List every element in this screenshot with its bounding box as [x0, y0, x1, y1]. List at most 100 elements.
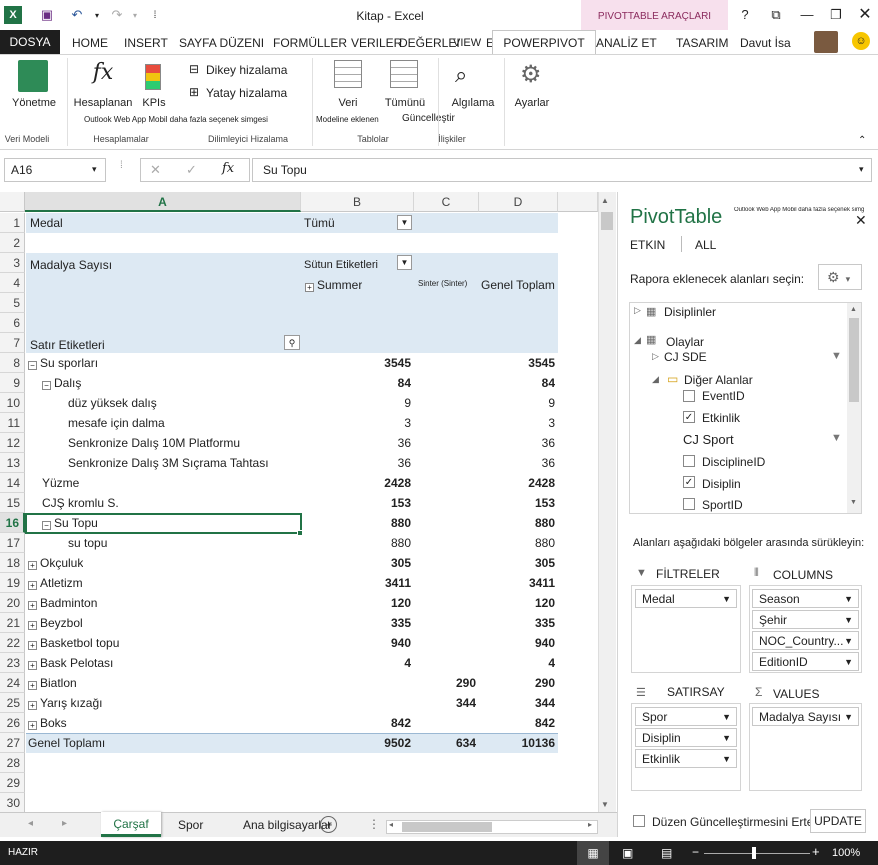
tab-review[interactable]: DEĞERLEI: [399, 30, 460, 54]
pane-tab-active[interactable]: ETKIN: [630, 238, 665, 252]
tab-powerpivot[interactable]: POWERPIVOT işlevi: [492, 30, 596, 74]
pivot-value-d[interactable]: 4: [479, 653, 558, 673]
field-sde[interactable]: CJ SDE: [664, 350, 707, 364]
field-disiplinler[interactable]: Disiplinler: [664, 305, 716, 319]
pivot-row-label[interactable]: − Dalış: [42, 373, 81, 393]
formula-input[interactable]: Su Topu: [252, 158, 872, 182]
pivot-value-c[interactable]: [414, 593, 479, 613]
row-header[interactable]: 4: [0, 273, 25, 293]
pivot-value-c[interactable]: [414, 553, 479, 573]
expand-summer-icon[interactable]: +: [305, 283, 314, 292]
redo-icon[interactable]: ↷: [108, 6, 126, 24]
row-header[interactable]: 3: [0, 253, 25, 273]
pivot-row-label[interactable]: Senkronize Dalış 10M Platformu: [68, 433, 240, 453]
row-header[interactable]: 15: [0, 493, 25, 513]
row-header[interactable]: 8: [0, 353, 25, 373]
pivot-value-b[interactable]: 9502: [301, 733, 414, 753]
pivot-value-b[interactable]: 9: [301, 393, 414, 413]
refresh-all-icon[interactable]: [390, 60, 418, 88]
column-header-b[interactable]: B: [301, 192, 414, 212]
settings-button[interactable]: Ayarlar: [510, 97, 554, 109]
area-field-chip[interactable]: Disiplin ▼: [635, 728, 737, 747]
save-icon[interactable]: ▣: [38, 6, 56, 24]
expand-icon[interactable]: +: [28, 641, 37, 650]
zoom-out-icon[interactable]: −: [692, 845, 699, 859]
row-header[interactable]: 30: [0, 793, 25, 813]
tab-view[interactable]: VIEW: [453, 30, 481, 54]
row-header[interactable]: 2: [0, 233, 25, 253]
select-all-corner[interactable]: [0, 192, 25, 212]
pivot-value-c[interactable]: 344: [414, 693, 479, 713]
scroll-down-icon[interactable]: ▼: [601, 800, 609, 809]
row-header[interactable]: 24: [0, 673, 25, 693]
row-header[interactable]: 9: [0, 373, 25, 393]
pivot-value-c[interactable]: [414, 473, 479, 493]
pivot-value-b[interactable]: 84: [301, 373, 414, 393]
pivot-value-c[interactable]: [414, 413, 479, 433]
pivot-value-d[interactable]: 84: [479, 373, 558, 393]
pivot-value-d[interactable]: 2428: [479, 473, 558, 493]
row-header[interactable]: 20: [0, 593, 25, 613]
pivot-row-label[interactable]: + Boks: [28, 713, 67, 733]
pivot-value-c[interactable]: [414, 373, 479, 393]
pivot-value-d[interactable]: 36: [479, 453, 558, 473]
manage-data-model-icon[interactable]: [18, 60, 48, 92]
hscroll-right-icon[interactable]: ▸: [588, 820, 592, 829]
expand-icon[interactable]: +: [28, 701, 37, 710]
new-sheet-icon[interactable]: +: [320, 816, 337, 833]
name-box[interactable]: A16: [4, 158, 106, 182]
pivot-value-d[interactable]: 305: [479, 553, 558, 573]
kpis-button[interactable]: KPIs: [138, 97, 170, 109]
pivot-value-d[interactable]: 344: [479, 693, 558, 713]
pivot-value-d[interactable]: 9: [479, 393, 558, 413]
tab-formulas[interactable]: FORMÜLLER: [273, 30, 347, 54]
pivot-value-b[interactable]: [301, 693, 414, 713]
pivot-value-b[interactable]: 2428: [301, 473, 414, 493]
pivot-row-label[interactable]: CJŞ kromlu S.: [42, 493, 119, 513]
sheet-tab-hosts[interactable]: Ana bilgisayarlar: [243, 818, 332, 832]
chip-dropdown-icon[interactable]: ▼: [722, 590, 731, 608]
row-header[interactable]: 11: [0, 413, 25, 433]
undo-icon[interactable]: ↶: [68, 6, 86, 24]
field-settings-dropdown-icon[interactable]: ▾: [846, 274, 851, 284]
close-icon[interactable]: ✕: [851, 4, 878, 26]
row-header[interactable]: 17: [0, 533, 25, 553]
row-header[interactable]: 13: [0, 453, 25, 473]
sheet-tab-spor[interactable]: Spor: [178, 818, 203, 832]
detect-relations-icon[interactable]: ⌕: [455, 62, 467, 88]
page-layout-view-icon[interactable]: ▣: [622, 846, 633, 860]
pivot-row-label[interactable]: + Okçuluk: [28, 553, 83, 573]
pivot-value-d[interactable]: 3545: [479, 353, 558, 373]
column-header-d[interactable]: D: [479, 192, 558, 212]
pivot-value-c[interactable]: [414, 493, 479, 513]
pivot-row-label[interactable]: + Yarış kızağı: [28, 693, 102, 713]
field-olaylar[interactable]: Olaylar: [666, 335, 704, 349]
pivot-value-d[interactable]: 36: [479, 433, 558, 453]
insert-function-icon[interactable]: fx: [222, 161, 234, 176]
area-field-chip[interactable]: NOC_Country... ▼: [752, 631, 859, 650]
pivot-value-c[interactable]: [414, 613, 479, 633]
collapse-ribbon-icon[interactable]: ⌃: [858, 135, 866, 146]
pivot-value-c[interactable]: [414, 713, 479, 733]
fill-handle[interactable]: [297, 530, 303, 536]
chip-dropdown-icon[interactable]: ▼: [722, 750, 731, 768]
column-header-e[interactable]: [558, 192, 598, 212]
area-field-chip[interactable]: Etkinlik ▼: [635, 749, 737, 768]
pivot-row-label[interactable]: + Biatlon: [28, 673, 77, 693]
filter-dropdown-icon[interactable]: ▼: [397, 215, 412, 230]
pivot-value-c[interactable]: [414, 393, 479, 413]
row-header[interactable]: 12: [0, 433, 25, 453]
row-header[interactable]: 25: [0, 693, 25, 713]
user-avatar[interactable]: [814, 31, 838, 53]
column-header-c[interactable]: C: [414, 192, 479, 212]
field-eventid[interactable]: EventID: [702, 389, 745, 403]
vertical-scroll-thumb[interactable]: [601, 212, 613, 230]
chip-dropdown-icon[interactable]: ▼: [844, 611, 853, 629]
zoom-level[interactable]: 100%: [832, 847, 860, 859]
row-labels-filter-icon[interactable]: ⚲: [284, 335, 300, 350]
page-break-view-icon[interactable]: ▤: [661, 846, 672, 860]
pivot-value-b[interactable]: 120: [301, 593, 414, 613]
chip-dropdown-icon[interactable]: ▼: [722, 729, 731, 747]
kpis-icon[interactable]: [145, 64, 161, 90]
area-field-chip[interactable]: Madalya Sayısı ▼: [752, 707, 859, 726]
